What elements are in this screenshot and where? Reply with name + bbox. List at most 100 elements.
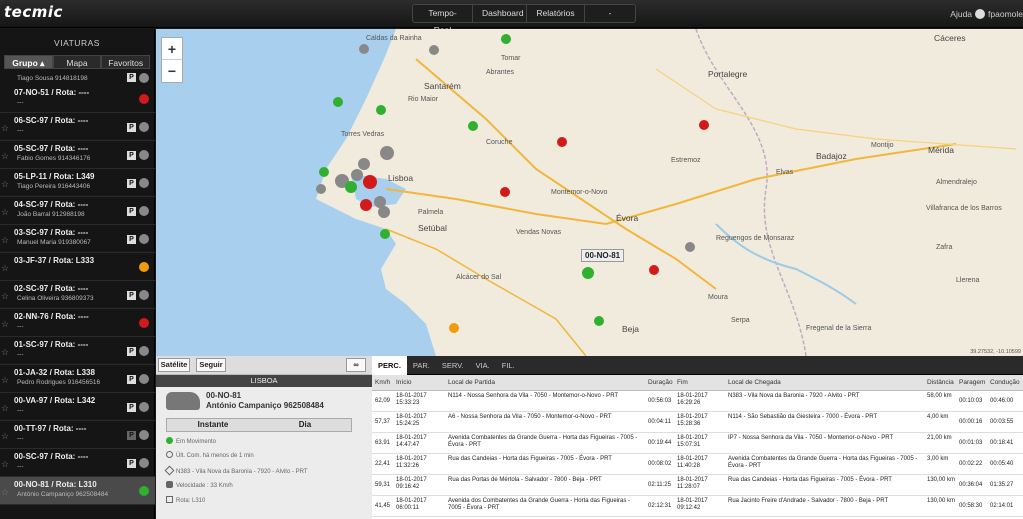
star-icon[interactable]: ☆ xyxy=(1,291,9,302)
tab-par[interactable]: PAR. xyxy=(407,356,436,375)
table-cell: 00:36:04 xyxy=(959,482,983,488)
tab-mapa[interactable]: Mapa xyxy=(52,55,102,69)
tab-fil[interactable]: FIL. xyxy=(496,356,521,375)
map-label: Rio Maior xyxy=(408,96,438,103)
col-paragem[interactable]: Paragem xyxy=(959,379,985,386)
list-item[interactable]: ☆ 05-SC-97 / Rota: ---- Fabio Gomes 914346… xyxy=(0,141,155,169)
star-icon[interactable]: ☆ xyxy=(1,235,9,246)
vehicle-list[interactable]: Tiago Sousa 914818198 P 07-NO-51 / Rota:… xyxy=(0,73,155,505)
vehicle-driver: João Barral 912988198 xyxy=(17,211,85,218)
table-cell: 18-01-2017 09:16:42 xyxy=(396,477,427,490)
status-icon xyxy=(139,122,149,132)
star-icon[interactable]: ☆ xyxy=(1,263,9,274)
nav-tempo-real[interactable]: Tempo-Real xyxy=(413,5,473,35)
list-item[interactable]: ☆ 05-LP-11 / Rota: L349 Tiago Pereira 9164… xyxy=(0,169,155,197)
list-item[interactable]: ☆ 02-NN-76 / Rota: ---- --- xyxy=(0,309,155,337)
star-icon[interactable]: ☆ xyxy=(1,207,9,218)
table-row[interactable]: 57,37 18-01-2017 15:24:25 A6 - Nossa Senho… xyxy=(372,412,1023,433)
username[interactable]: fpaomole xyxy=(988,9,1023,19)
nav-more[interactable]: - xyxy=(585,5,635,22)
highway xyxy=(415,58,717,290)
map-label: Setúbal xyxy=(418,223,447,233)
table-row[interactable]: 22,41 18-01-2017 11:32:26 Rua das Candeias… xyxy=(372,454,1023,475)
tab-via[interactable]: VIA. xyxy=(470,356,496,375)
status-icon xyxy=(139,486,149,496)
star-icon[interactable]: ☆ xyxy=(1,487,9,498)
map-label: Montijo xyxy=(871,142,894,149)
col-conducao[interactable]: Condução xyxy=(990,379,1020,386)
status-icon xyxy=(139,346,149,356)
list-item[interactable]: ☆ 00-TT-97 / Rota: ---- --- P xyxy=(0,421,155,449)
table-cell: 00:56:03 xyxy=(648,398,672,404)
star-icon[interactable]: ☆ xyxy=(1,459,9,470)
list-item[interactable]: ☆ 04-SC-97 / Rota: ---- João Barral 912988… xyxy=(0,197,155,225)
map-label: Alcácer do Sal xyxy=(456,274,502,281)
user-icon[interactable] xyxy=(975,9,986,19)
star-icon[interactable]: ☆ xyxy=(1,375,9,386)
map-label: Beja xyxy=(622,324,640,334)
col-duracao[interactable]: Duração xyxy=(648,379,673,386)
tab-perc[interactable]: PERC. xyxy=(372,356,407,375)
table-row[interactable]: 41,45 18-01-2017 06:00:11 Avenida dos Comb… xyxy=(372,496,1023,517)
col-fim[interactable]: Fim xyxy=(677,379,688,386)
list-item[interactable]: ☆ 06-SC-97 / Rota: ---- --- P xyxy=(0,113,155,141)
status-icon xyxy=(139,374,149,384)
speed-text: Velocidade : 33 Km/h xyxy=(176,483,233,489)
status-icon xyxy=(139,234,149,244)
zoom-in-button[interactable]: + xyxy=(162,38,182,60)
list-item[interactable]: ☆ 01-SC-97 / Rota: ---- --- P xyxy=(0,337,155,365)
satellite-button[interactable]: Satélite xyxy=(158,358,190,372)
table-cell: 00:04:11 xyxy=(648,419,671,425)
list-item[interactable]: ☆ 03-SC-97 / Rota: ---- Manuel Maria 91938… xyxy=(0,225,155,253)
list-item[interactable]: ☆ 02-SC-97 / Rota: ---- Celina Oliveira 93… xyxy=(0,281,155,309)
star-icon[interactable]: ☆ xyxy=(1,431,9,442)
star-icon[interactable]: ☆ xyxy=(1,347,9,358)
list-item-selected[interactable]: ☆ 00-NO-81 / Rota: L310 António Campaniço … xyxy=(0,477,155,505)
map-label: Cáceres xyxy=(934,33,966,43)
tab-instante[interactable]: Instante xyxy=(167,419,259,431)
vehicle-title: 03-JF-37 / Rota: L333 xyxy=(14,256,95,265)
star-icon[interactable]: ☆ xyxy=(1,123,9,134)
star-icon[interactable]: ☆ xyxy=(1,319,9,330)
list-item[interactable]: ☆ 00-VA-97 / Rota: L342 --- P xyxy=(0,393,155,421)
list-item[interactable]: 07-NO-51 / Rota: ---- --- xyxy=(0,85,155,113)
vehicle-driver: --- xyxy=(17,323,24,330)
table-row[interactable]: 63,91 18-01-2017 14:47:47 Avenida Combaten… xyxy=(372,433,1023,454)
follow-button[interactable]: Seguir xyxy=(196,358,226,372)
status-icon xyxy=(139,290,149,300)
map-view[interactable]: + − Caldas da Rainha Santarém Portalegre… xyxy=(156,29,1023,356)
vehicle-driver: --- xyxy=(17,463,24,470)
star-icon[interactable]: ☆ xyxy=(1,403,9,414)
selected-vehicle-label[interactable]: 00-NO-81 xyxy=(581,249,625,262)
nav-dashboard[interactable]: Dashboard xyxy=(473,5,527,22)
tab-dia[interactable]: Dia xyxy=(259,419,351,431)
table-cell: 00:02:22 xyxy=(959,461,983,467)
tab-grupo[interactable]: Grupo ▴ xyxy=(4,55,53,69)
col-kmh[interactable]: Km/h xyxy=(375,379,390,386)
list-item[interactable]: Tiago Sousa 914818198 P xyxy=(0,73,155,85)
direction-icon xyxy=(164,465,175,476)
star-icon[interactable]: ☆ xyxy=(1,179,9,190)
nav-relatorios[interactable]: Relatórios xyxy=(527,5,585,22)
route-icon[interactable]: ∞ xyxy=(346,358,366,372)
table-row[interactable]: 59,31 18-01-2017 09:16:42 Rua das Portas d… xyxy=(372,475,1023,496)
tecmic-logo[interactable]: tecmic xyxy=(4,3,63,21)
col-distancia[interactable]: Distância xyxy=(927,379,954,386)
tab-serv[interactable]: SERV. xyxy=(436,356,470,375)
tab-favoritos[interactable]: Favoritos xyxy=(101,55,151,69)
col-inicio[interactable]: Início xyxy=(396,379,412,386)
help-link[interactable]: Ajuda xyxy=(950,9,972,19)
address-info: N383 - Vila Nova da Baronia - 7920 - Alv… xyxy=(164,465,308,476)
table-cell: N383 - Vila Nova da Baronia - 7920 - Alv… xyxy=(728,393,860,399)
status-text: Em Movimento xyxy=(176,439,217,445)
map-label: Elvas xyxy=(776,169,794,176)
list-item[interactable]: ☆ 03-JF-37 / Rota: L333 xyxy=(0,253,155,281)
star-icon[interactable]: ☆ xyxy=(1,151,9,162)
vehicle-driver: --- xyxy=(17,407,24,414)
list-item[interactable]: ☆ 00-SC-97 / Rota: ---- --- P xyxy=(0,449,155,477)
list-item[interactable]: ☆ 01-JA-32 / Rota: L338 Pedro Rodrigues 91… xyxy=(0,365,155,393)
table-row[interactable]: 62,09 18-01-2017 15:33:23 N114 - Nossa Sen… xyxy=(372,391,1023,412)
col-chegada[interactable]: Local de Chegada xyxy=(728,379,781,386)
col-partida[interactable]: Local de Partida xyxy=(448,379,495,386)
zoom-out-button[interactable]: − xyxy=(162,60,182,82)
